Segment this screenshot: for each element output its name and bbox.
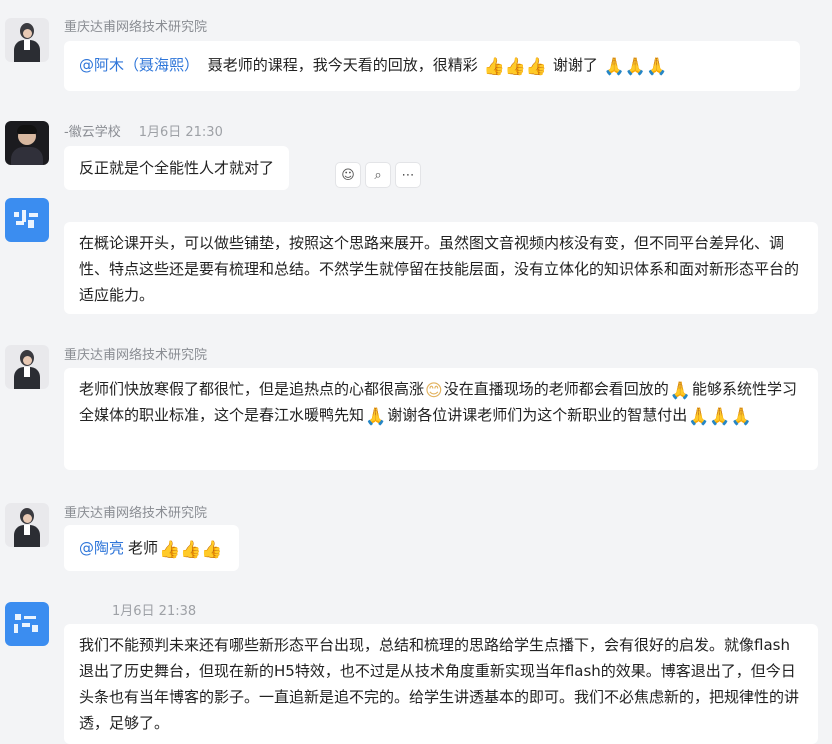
- avatar[interactable]: [5, 345, 49, 389]
- mention-link[interactable]: @陶亮: [79, 539, 124, 557]
- pray-hands-icon: 🙏🙏🙏: [688, 407, 752, 427]
- emoji-icon[interactable]: ☺: [335, 162, 361, 188]
- message-bubble: 我们不能预判未来还有哪些新形态平台出现，总结和梳理的思路给学生点播下，会有很好的…: [64, 624, 818, 744]
- message-bubble: @陶亮 老师👍👍👍: [64, 525, 239, 571]
- sender-name[interactable]: 重庆达甫网络技术研究院: [64, 502, 207, 521]
- thumbs-up-icon: 👍👍👍: [483, 57, 548, 77]
- message-text: 谢谢各位讲课老师们为这个新职业的智慧付出: [387, 406, 688, 424]
- mention-link[interactable]: @阿木（聂海熙）: [79, 56, 199, 74]
- message-bubble: 在概论课开头，可以做些铺垫，按照这个思路来展开。虽然图文音视频内核没有变，但不同…: [64, 222, 818, 314]
- message-bubble: @阿木（聂海熙） 聂老师的课程，我今天看的回放，很精彩 👍👍👍 谢谢了 🙏🙏🙏: [64, 41, 800, 91]
- pray-hands-icon: 🙏🙏🙏: [603, 57, 668, 77]
- message-text: 反正就是个全能性人才就对了: [79, 159, 275, 177]
- sender-name[interactable]: -徽云学校 1月6日 21:30: [64, 121, 223, 140]
- pray-hands-icon: 🙏: [365, 407, 387, 427]
- message-bubble: 老师们快放寒假了都很忙，但是追热点的心都很高涨😊没在直播现场的老师都会看回放的🙏…: [64, 368, 818, 470]
- thumbs-up-icon: 👍👍👍: [159, 540, 223, 560]
- comment-icon[interactable]: ⌕: [365, 162, 391, 188]
- message-bubble: 反正就是个全能性人才就对了: [64, 146, 290, 190]
- sender-name[interactable]: 1月6日 21:38: [64, 600, 196, 619]
- avatar[interactable]: [5, 602, 49, 646]
- message-text: 老师: [128, 539, 159, 557]
- message-text: 老师们快放寒假了都很忙，但是追热点的心都很高涨: [79, 380, 425, 398]
- more-icon[interactable]: ⋯: [395, 162, 421, 188]
- message-time: 1月6日 21:38: [112, 604, 197, 619]
- message-text: 谢谢了: [552, 56, 598, 74]
- message-actions: ☺ ⌕ ⋯: [335, 162, 421, 188]
- sender-name[interactable]: 重庆达甫网络技术研究院: [64, 344, 207, 363]
- message-text: 我们不能预判未来还有哪些新形态平台出现，总结和梳理的思路给学生点播下，会有很好的…: [79, 636, 800, 732]
- pray-hands-icon: 🙏: [669, 381, 691, 401]
- message-text: 没在直播现场的老师都会看回放的: [443, 380, 669, 398]
- smile-icon: 😊: [425, 381, 443, 401]
- avatar[interactable]: [5, 198, 49, 242]
- sender-name[interactable]: 重庆达甫网络技术研究院: [64, 16, 207, 35]
- avatar[interactable]: [5, 503, 49, 547]
- chat-message-list[interactable]: 重庆达甫网络技术研究院 @阿木（聂海熙） 聂老师的课程，我今天看的回放，很精彩 …: [0, 0, 832, 744]
- avatar[interactable]: [5, 18, 49, 62]
- message-text: 聂老师的课程，我今天看的回放，很精彩: [207, 56, 478, 74]
- avatar[interactable]: [5, 121, 49, 165]
- message-time: 1月6日 21:30: [138, 125, 223, 140]
- message-text: 在概论课开头，可以做些铺垫，按照这个思路来展开。虽然图文音视频内核没有变，但不同…: [79, 234, 800, 304]
